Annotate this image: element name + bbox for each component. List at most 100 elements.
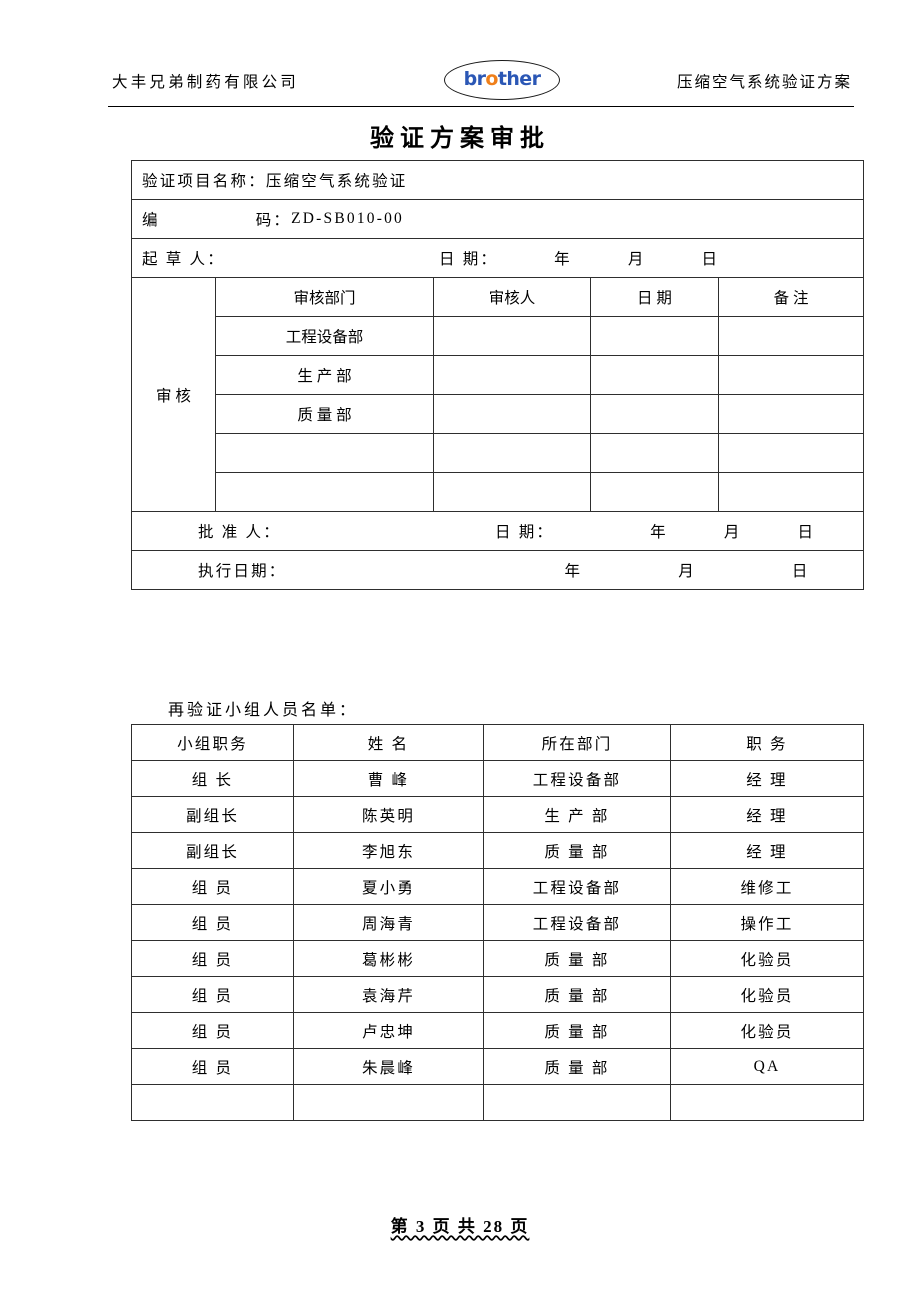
table-row-execution-date: 执行日期： 年 月 日 [130,550,865,590]
roster-role-3: 组 员 [131,868,294,905]
review-department-4[interactable] [215,472,434,512]
project-name-cell: 验证项目名称： 压缩空气系统验证 [130,160,865,200]
table-row: 组 长 曹 峰 工程设备部 经 理 [131,760,864,797]
table-row: 副组长 李旭东 质 量 部 经 理 [131,832,864,869]
review-remark-4[interactable] [717,472,865,512]
roster-name-2: 李旭东 [293,832,484,869]
table-row [132,472,865,512]
table-row: 组 员 朱晨峰 质 量 部 QA [131,1048,864,1085]
table-row: 工程设备部 [132,316,865,356]
roster-name-4: 周海青 [293,904,484,941]
logo-wordmark: brother [444,68,560,90]
review-date-1[interactable] [590,355,719,395]
code-value: ZD-SB010-00 [291,210,405,227]
drafter-day-label: 日 [701,251,720,268]
page-number-text: 第 3 页 共 28 页 [390,1217,530,1236]
roster-name-1: 陈英明 [293,796,484,833]
review-date-3[interactable] [590,433,719,473]
table-row: 副组长 陈英明 生 产 部 经 理 [131,796,864,833]
drafter-label: 起 草 人： [142,251,225,268]
roster-name-0: 曹 峰 [293,760,484,797]
roster-title: 再验证小组人员名单： [168,702,359,719]
code-label-first: 编 [142,212,160,229]
roster-position-3: 维修工 [670,868,864,905]
review-col-reviewer: 审核人 [433,277,591,317]
logo-text-accent: o [485,68,498,90]
review-date-4[interactable] [590,472,719,512]
table-row: 质 量 部 [132,394,865,434]
code-label-second: 码： [255,212,292,229]
roster-position-0: 经 理 [670,760,864,797]
drafter-date-label: 日 期： [438,251,499,268]
roster-role-7: 组 员 [131,1012,294,1049]
roster-position-7: 化验员 [670,1012,864,1049]
review-department-1: 生 产 部 [215,355,434,395]
header-document-name: 压缩空气系统验证方案 [676,74,852,91]
table-row-approver: 批 准 人： 日 期： 年 月 日 [130,511,865,551]
roster-department-1: 生 产 部 [483,796,671,833]
roster-role-4: 组 员 [131,904,294,941]
approval-table: 验证项目名称： 压缩空气系统验证 编 码： ZD-SB010-00 起 草 人：… [130,160,865,590]
document-header: 大丰兄弟制药有限公司 brother 压缩空气系统验证方案 [108,58,854,107]
execution-year-label: 年 [564,563,583,580]
review-reviewer-3[interactable] [433,433,591,473]
logo-text-after: ther [497,68,541,90]
table-row: 组 员 夏小勇 工程设备部 维修工 [131,868,864,905]
document-page: 大丰兄弟制药有限公司 brother 压缩空气系统验证方案 验证方案审批 验证项… [0,0,920,1302]
review-col-date: 日 期 [590,277,719,317]
table-row: 组 员 袁海芹 质 量 部 化验员 [131,976,864,1013]
drafter-cell: 起 草 人： 日 期： 年 月 日 [130,238,865,278]
review-remark-1[interactable] [717,355,865,395]
table-row: 组 员 周海青 工程设备部 操作工 [131,904,864,941]
review-date-0[interactable] [590,316,719,356]
roster-role-5: 组 员 [131,940,294,977]
roster-department-9[interactable] [483,1084,671,1121]
roster-role-9[interactable] [131,1084,294,1121]
review-col-department: 审核部门 [215,277,434,317]
roster-name-7: 卢忠坤 [293,1012,484,1049]
table-row-project-name: 验证项目名称： 压缩空气系统验证 [130,160,865,200]
review-department-2: 质 量 部 [215,394,434,434]
roster-position-2: 经 理 [670,832,864,869]
review-reviewer-1[interactable] [433,355,591,395]
roster-col-department: 所在部门 [483,724,671,761]
table-row-drafter: 起 草 人： 日 期： 年 月 日 [130,238,865,278]
project-name-value: 压缩空气系统验证 [265,173,408,190]
roster-name-9[interactable] [293,1084,484,1121]
roster-role-1: 副组长 [131,796,294,833]
table-row [131,1084,864,1121]
roster-col-role: 小组职务 [131,724,294,761]
execution-date-cell: 执行日期： 年 月 日 [130,550,865,590]
approver-year-label: 年 [650,524,668,541]
table-row-code: 编 码： ZD-SB010-00 [130,199,865,239]
roster-position-9[interactable] [670,1084,864,1121]
review-reviewer-0[interactable] [433,316,591,356]
table-row: 生 产 部 [132,355,865,395]
review-remark-0[interactable] [717,316,865,356]
roster-role-2: 副组长 [131,832,294,869]
page-title: 验证方案审批 [370,126,550,152]
review-reviewer-4[interactable] [433,472,591,512]
roster-department-6: 质 量 部 [483,976,671,1013]
review-reviewer-2[interactable] [433,394,591,434]
execution-month-label: 月 [678,563,696,580]
drafter-month-label: 月 [627,251,646,268]
roster-role-0: 组 长 [131,760,294,797]
review-remark-2[interactable] [717,394,865,434]
roster-table: 小组职务 姓 名 所在部门 职 务 组 长 曹 峰 工程设备部 经 理 副组长 … [131,724,864,1121]
roster-position-8: QA [670,1048,864,1085]
review-col-remark: 备 注 [717,277,865,317]
review-date-2[interactable] [590,394,719,434]
review-department-3[interactable] [215,433,434,473]
roster-col-name: 姓 名 [293,724,484,761]
brother-logo: brother [444,60,562,102]
roster-position-4: 操作工 [670,904,864,941]
roster-position-5: 化验员 [670,940,864,977]
table-row-review-header: 审 核 审核部门 审核人 日 期 备 注 [131,277,865,512]
roster-name-6: 袁海芹 [293,976,484,1013]
review-section-label: 审 核 [131,277,216,512]
review-remark-3[interactable] [717,433,865,473]
project-name-label: 验证项目名称： [142,173,266,190]
approver-month-label: 月 [723,524,742,541]
approver-day-label: 日 [797,524,816,541]
